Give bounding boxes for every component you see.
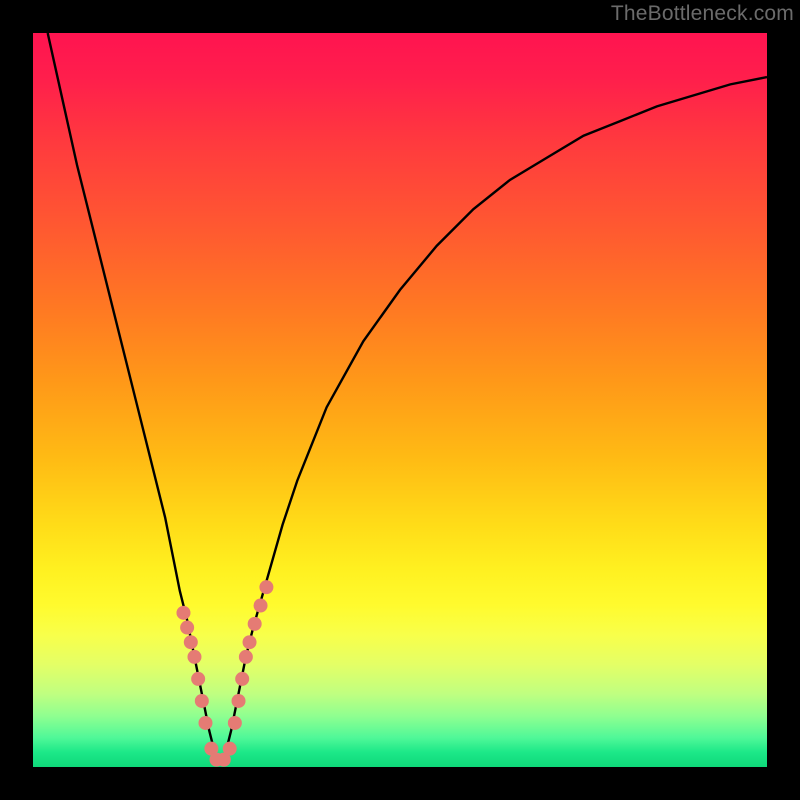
- curve-marker: [198, 716, 212, 730]
- curve-marker: [254, 599, 268, 613]
- curve-marker: [232, 694, 246, 708]
- curve-marker: [248, 617, 262, 631]
- curve-marker: [235, 672, 249, 686]
- curve-marker: [228, 716, 242, 730]
- bottleneck-curve: [48, 33, 767, 760]
- curve-marker: [180, 621, 194, 635]
- curve-marker: [195, 694, 209, 708]
- curve-marker: [243, 635, 257, 649]
- curve-marker: [187, 650, 201, 664]
- curve-marker: [259, 580, 273, 594]
- curve-svg: [33, 33, 767, 767]
- curve-marker: [223, 742, 237, 756]
- chart-frame: TheBottleneck.com: [0, 0, 800, 800]
- curve-marker: [176, 606, 190, 620]
- curve-marker: [191, 672, 205, 686]
- curve-marker: [184, 635, 198, 649]
- plot-area: [33, 33, 767, 767]
- watermark-text: TheBottleneck.com: [611, 2, 794, 26]
- curve-marker: [239, 650, 253, 664]
- marker-group: [176, 580, 273, 766]
